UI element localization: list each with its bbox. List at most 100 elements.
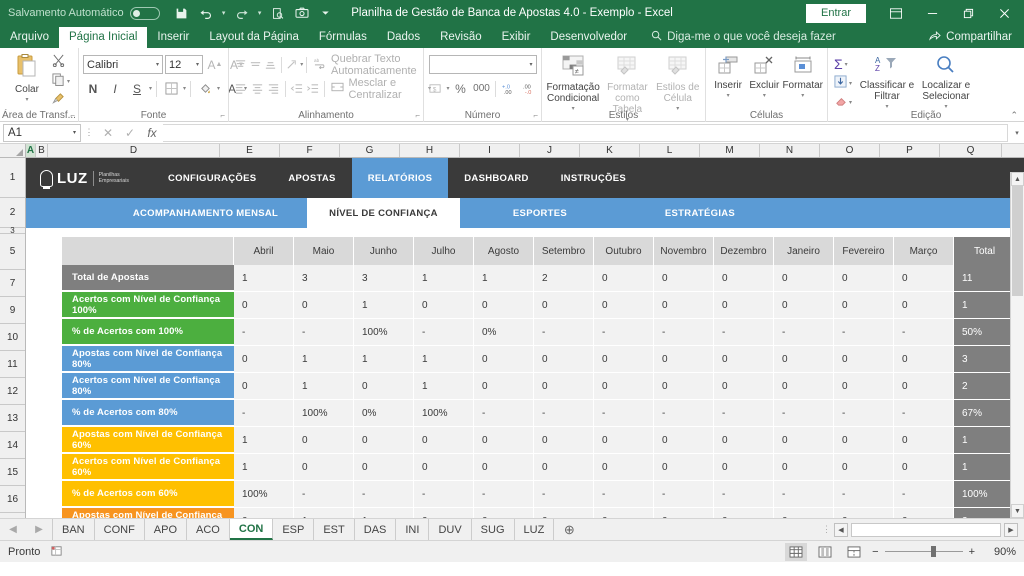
column-header-Q[interactable]: Q: [940, 144, 1002, 157]
font-size-combo[interactable]: 12 ▾: [165, 55, 203, 74]
horizontal-scroll-track[interactable]: [851, 522, 1001, 537]
clear-dropdown-icon[interactable]: ▾: [849, 99, 852, 106]
row-header-10[interactable]: 10: [0, 324, 25, 351]
table-cell[interactable]: -: [474, 481, 534, 508]
sheet-tab-conf[interactable]: CONF: [94, 519, 145, 540]
table-cell[interactable]: -: [894, 400, 954, 427]
table-cell[interactable]: -: [294, 481, 354, 508]
table-cell[interactable]: 0: [654, 265, 714, 292]
row-header-12[interactable]: 12: [0, 378, 25, 405]
ribbon-display-options-icon[interactable]: [878, 0, 914, 26]
table-row[interactable]: Total de Apostas 1 3 3 1 1 2 0 0 0 0 0 0 11: [26, 265, 1024, 292]
table-cell[interactable]: 1: [414, 265, 474, 292]
table-row[interactable]: % de Acertos com 100% - -100% -0% - - - - - - -50%: [26, 319, 1024, 346]
table-cell[interactable]: 0: [534, 427, 594, 454]
table-cell[interactable]: 0: [234, 508, 294, 518]
table-cell[interactable]: 0: [474, 454, 534, 481]
table-cell[interactable]: 1: [234, 427, 294, 454]
table-cell[interactable]: 0: [774, 292, 834, 319]
table-cell[interactable]: 0: [534, 373, 594, 400]
table-cell[interactable]: 0: [714, 265, 774, 292]
undo-dropdown-icon[interactable]: ▾: [218, 2, 230, 24]
table-cell[interactable]: 0: [894, 508, 954, 518]
table-cell[interactable]: 1: [294, 373, 354, 400]
table-cell[interactable]: 0: [414, 427, 474, 454]
table-cell[interactable]: 0: [534, 346, 594, 373]
zoom-track[interactable]: [884, 546, 963, 557]
table-cell[interactable]: 0: [774, 508, 834, 518]
column-header-F[interactable]: F: [280, 144, 340, 157]
insert-function-icon[interactable]: fx: [141, 126, 163, 140]
align-left-icon[interactable]: [233, 79, 249, 98]
table-cell[interactable]: 1: [294, 508, 354, 518]
table-cell[interactable]: 0: [414, 454, 474, 481]
table-cell[interactable]: 0: [534, 292, 594, 319]
table-cell[interactable]: 3: [294, 265, 354, 292]
table-cell[interactable]: 0: [714, 346, 774, 373]
table-cell-total[interactable]: 1: [954, 427, 1016, 454]
table-row[interactable]: Apostas com Nível de Confiança 60% 1 0 0 0 0 0…: [26, 427, 1024, 454]
table-cell[interactable]: 0%: [474, 319, 534, 346]
table-cell-total[interactable]: 3: [954, 346, 1016, 373]
autosave-toggle[interactable]: [129, 6, 160, 20]
delete-dropdown-icon[interactable]: ▾: [763, 91, 766, 102]
borders-dropdown-icon[interactable]: ▾: [183, 85, 186, 92]
save-icon[interactable]: [170, 2, 194, 24]
collapse-ribbon-icon[interactable]: ⌃: [1010, 110, 1018, 121]
zoom-in-button[interactable]: +: [969, 546, 975, 558]
column-header-K[interactable]: K: [580, 144, 640, 157]
table-row[interactable]: Acertos com Nível de Confiança 80% 0 1 0 1 0 0…: [26, 373, 1024, 400]
row-header-11[interactable]: 11: [0, 351, 25, 378]
table-cell[interactable]: 0: [834, 346, 894, 373]
subnav-item-nivel-de-confianca[interactable]: NÍVEL DE CONFIANÇA: [307, 198, 460, 228]
row-header-7[interactable]: 7: [0, 270, 25, 297]
align-bottom-icon[interactable]: [264, 55, 278, 74]
normal-view-icon[interactable]: [785, 542, 808, 561]
row-header-2[interactable]: 2: [0, 198, 25, 228]
table-cell[interactable]: 0: [294, 454, 354, 481]
table-cell[interactable]: 0: [534, 508, 594, 518]
table-cell[interactable]: 0: [474, 346, 534, 373]
subnav-item-estrategias[interactable]: ESTRATÉGIAS: [620, 198, 780, 228]
table-cell[interactable]: 1: [414, 346, 474, 373]
font-name-combo[interactable]: Calibri ▾: [83, 55, 163, 74]
currency-format-icon[interactable]: $: [426, 79, 446, 98]
column-header-P[interactable]: P: [880, 144, 940, 157]
table-cell[interactable]: 0: [594, 454, 654, 481]
restore-icon[interactable]: [950, 0, 986, 26]
fill-color-icon[interactable]: [195, 79, 215, 98]
zoom-thumb[interactable]: [930, 546, 936, 557]
nav-item-apostas[interactable]: APOSTAS: [272, 158, 351, 198]
conditional-formatting-button[interactable]: ≠ Formatação Condicional ▾: [546, 53, 600, 115]
format-painter-button[interactable]: [50, 91, 72, 109]
number-format-combo[interactable]: ▾: [428, 55, 537, 74]
table-cell[interactable]: 100%: [294, 400, 354, 427]
subnav-item-esportes[interactable]: ESPORTES: [460, 198, 620, 228]
cell-styles-button[interactable]: Estilos de Célula ▾: [655, 53, 702, 115]
table-cell[interactable]: 0: [474, 292, 534, 319]
table-row[interactable]: Acertos com Nível de Confiança 60% 1 0 0 0 0 0…: [26, 454, 1024, 481]
table-cell[interactable]: 1: [474, 265, 534, 292]
table-cell[interactable]: 0: [714, 373, 774, 400]
table-row[interactable]: Apostas com Nível de Confiança 80% 0 1 1 1 0 0…: [26, 346, 1024, 373]
table-cell[interactable]: 0: [354, 427, 414, 454]
table-cell[interactable]: 0: [414, 292, 474, 319]
table-cell[interactable]: 0: [834, 508, 894, 518]
table-row[interactable]: Apostas com Nível de Confiança 40%011000…: [26, 508, 1024, 518]
row-header-14[interactable]: 14: [0, 432, 25, 459]
check-icon[interactable]: ✓: [119, 126, 141, 140]
sheet-tab-ini[interactable]: INI: [396, 519, 430, 540]
sheet-prev-icon[interactable]: ◀: [9, 524, 17, 535]
sheet-tab-sug[interactable]: SUG: [471, 519, 515, 540]
zoom-slider[interactable]: − +: [872, 546, 975, 558]
table-cell[interactable]: 0: [234, 373, 294, 400]
table-cell[interactable]: 0: [654, 292, 714, 319]
table-cell[interactable]: 100%: [354, 319, 414, 346]
table-cell[interactable]: 0: [474, 373, 534, 400]
row-header-13[interactable]: 13: [0, 405, 25, 432]
table-cell[interactable]: 0: [774, 427, 834, 454]
insert-dropdown-icon[interactable]: ▾: [727, 91, 730, 102]
table-cell[interactable]: 0: [594, 346, 654, 373]
table-cell[interactable]: 0: [294, 292, 354, 319]
table-cell[interactable]: 0: [654, 427, 714, 454]
